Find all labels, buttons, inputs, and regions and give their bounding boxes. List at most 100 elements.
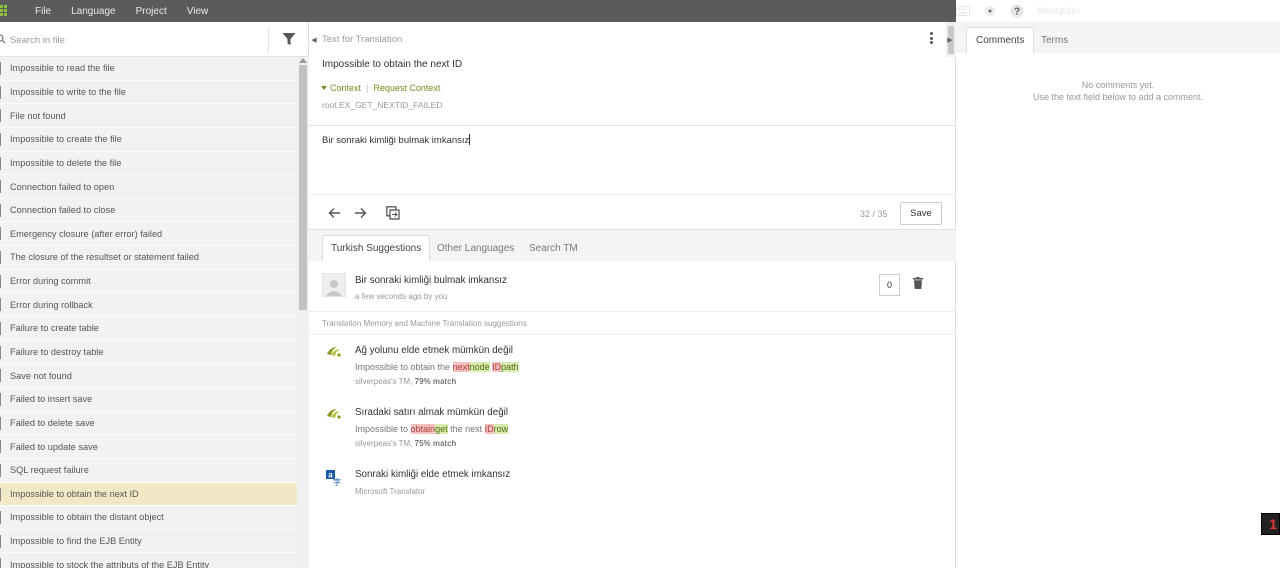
string-list-item[interactable]: Failure to create table [0, 317, 297, 341]
tm-text: Ağ yolunu elde etmek mümkün değil [355, 345, 513, 356]
string-list-item[interactable]: Impossible to find the EJB Entity [0, 530, 297, 554]
string-list-item[interactable]: Emergency closure (after error) failed [0, 222, 297, 247]
search-bar [0, 22, 309, 57]
search-icon [0, 34, 6, 44]
collapse-left-icon[interactable]: ◀ [309, 22, 319, 57]
copy-source-icon[interactable] [385, 205, 401, 221]
string-list-item[interactable]: SQL request failure [0, 459, 297, 483]
string-list-item[interactable]: Impossible to stock the attributs of the… [0, 553, 297, 568]
tm-meta: silverpeas's TM, 79% match [355, 377, 456, 386]
source-heading: Text for Translation [322, 34, 403, 45]
diff-prefix: Impossible to obtain the [355, 362, 453, 372]
mt-source-name: Microsoft Translator [355, 487, 426, 496]
arrow-left-icon[interactable] [326, 205, 342, 221]
mt-text: Sonraki kimliği elde etmek imkansız [355, 469, 511, 480]
notification-badge[interactable]: 1 [1261, 513, 1280, 535]
tm-source-name: silverpeas's TM, [355, 377, 415, 386]
tm-source-name: silverpeas's TM, [355, 439, 415, 448]
string-list-item[interactable]: Impossible to write to the file [0, 81, 297, 105]
context-row: Context | Request Context [321, 83, 440, 93]
diff-deleted: ID [492, 362, 502, 372]
suggestion-meta: a few seconds ago by you [355, 292, 448, 301]
filter-icon[interactable] [282, 32, 296, 46]
suggestion-text[interactable]: Bir sonraki kimliği bulmak imkansız [355, 275, 507, 286]
vote-count[interactable]: 0 [879, 274, 900, 296]
string-list-item[interactable]: Failure to destroy table [0, 341, 297, 365]
context-toggle[interactable]: Context [330, 83, 361, 93]
diff-deleted: next [452, 362, 470, 372]
tm-meta: silverpeas's TM, 75% match [355, 439, 456, 448]
string-list-item[interactable]: Failed to delete save [0, 412, 297, 436]
string-list-scrollbar[interactable] [297, 57, 309, 568]
translation-input[interactable]: Bir sonraki kimliği bulmak imkansız [322, 134, 471, 146]
own-suggestion: Bir sonraki kimliği bulmak imkansız a fe… [309, 261, 956, 312]
tab-terms[interactable]: Terms [1032, 27, 1077, 53]
trash-icon[interactable] [913, 277, 923, 289]
divider [309, 334, 956, 335]
top-bar-right: ? btknutizer [956, 0, 1280, 22]
editor-toolbar: 32 / 35 Save [309, 194, 956, 230]
string-list-item[interactable]: Connection failed to close [0, 199, 297, 223]
string-list-item[interactable]: The closure of the resultset or statemen… [0, 246, 297, 270]
tab-search-tm[interactable]: Search TM [521, 235, 586, 261]
more-options-icon[interactable] [929, 32, 933, 46]
tab-turkish-suggestions[interactable]: Turkish Suggestions [322, 235, 431, 261]
string-list-item[interactable]: Impossible to obtain the next ID [0, 482, 297, 507]
suggestion-tabs: Turkish Suggestions Other Languages Sear… [309, 230, 956, 261]
main-menu: File Language Project View [35, 0, 228, 22]
diff-deleted: ID [484, 424, 494, 434]
string-list-panel: Impossible to read the fileImpossible to… [0, 22, 309, 568]
menu-file[interactable]: File [35, 6, 51, 17]
menu-language[interactable]: Language [71, 6, 116, 17]
caret-down-icon[interactable] [321, 86, 327, 90]
arrow-right-icon[interactable] [352, 205, 368, 221]
divider [268, 27, 269, 52]
divider [309, 125, 956, 126]
tab-other-languages[interactable]: Other Languages [429, 235, 522, 261]
diff-deleted: obtain [410, 424, 436, 434]
username[interactable]: btknutizer [1037, 6, 1080, 17]
separator: | [366, 83, 369, 93]
string-list-item[interactable]: Impossible to obtain the distant object [0, 506, 297, 530]
comments-tabs: Comments Terms [956, 22, 1280, 53]
diff-inserted: path [501, 362, 519, 372]
search-input[interactable] [10, 32, 260, 48]
string-list-item[interactable]: Failed to update save [0, 435, 297, 459]
svg-text:?: ? [1014, 7, 1020, 18]
help-icon[interactable]: ? [1010, 4, 1024, 18]
scrollbar-thumb[interactable] [299, 65, 307, 310]
no-comments-line2: Use the text field below to add a commen… [1032, 92, 1204, 102]
string-list-item[interactable]: Error during commit [0, 270, 297, 294]
match-percent: 79% match [414, 377, 457, 386]
grid-icon[interactable] [0, 4, 10, 18]
save-button[interactable]: Save [900, 202, 942, 225]
tm-memory-icon [327, 409, 341, 419]
match-percent: 75% match [414, 439, 457, 448]
string-list-item[interactable]: Failed to insert save [0, 388, 297, 412]
diff-middle: the next [447, 424, 485, 434]
avatar [322, 273, 346, 297]
string-list-item[interactable]: File not found [0, 104, 297, 128]
string-list-item[interactable]: Impossible to read the file [0, 57, 297, 81]
keyboard-icon[interactable] [956, 4, 970, 18]
tm-source-diff: Impossible to obtainget the next IDrow [355, 424, 509, 434]
string-key: root.EX_GET_NEXTID_FAILED [322, 100, 443, 110]
menu-view[interactable]: View [187, 6, 209, 17]
string-list-item[interactable]: Connection failed to open [0, 175, 297, 199]
scroll-up-arrow-icon[interactable] [299, 58, 307, 63]
string-list-item[interactable]: Error during rollback [0, 293, 297, 318]
no-comments-line1: No comments yet. [1081, 80, 1155, 90]
translation-text[interactable]: Bir sonraki kimliği bulmak imkansız [322, 135, 469, 146]
char-counter: 32 / 35 [860, 209, 888, 219]
string-list-item[interactable]: Impossible to delete the file [0, 152, 297, 176]
menu-project[interactable]: Project [136, 6, 167, 17]
gear-icon[interactable] [983, 4, 997, 18]
tm-text: Sıradaki satırı almak mümkün değil [355, 407, 508, 418]
request-context-link[interactable]: Request Context [373, 83, 440, 93]
string-list-item[interactable]: Impossible to create the file [0, 128, 297, 152]
diff-inserted: node [469, 362, 490, 372]
collapse-right-icon[interactable]: ▶ [945, 22, 955, 57]
tab-comments[interactable]: Comments [966, 27, 1035, 53]
diff-prefix: Impossible to [355, 424, 411, 434]
string-list-item[interactable]: Save not found [0, 364, 297, 388]
